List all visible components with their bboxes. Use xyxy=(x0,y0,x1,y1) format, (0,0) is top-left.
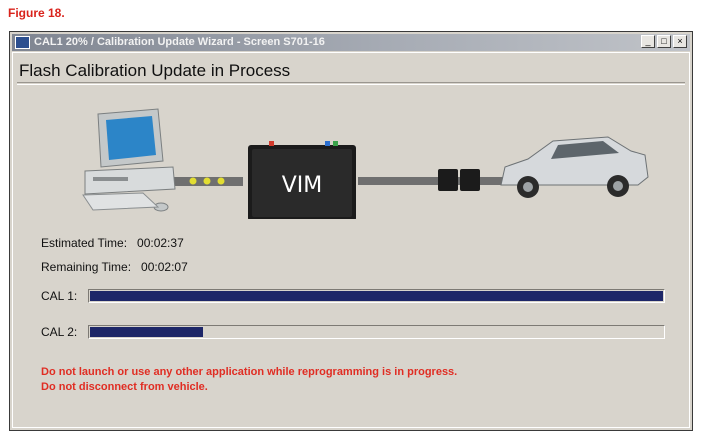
connector-icon xyxy=(438,169,458,191)
remaining-time-value: 00:02:07 xyxy=(141,260,188,274)
cal1-progress-bar xyxy=(88,289,665,303)
estimated-time: Estimated Time: 00:02:37 xyxy=(41,236,184,250)
cable-led xyxy=(203,177,211,185)
close-button[interactable]: × xyxy=(673,35,687,48)
page-title: Flash Calibration Update in Process xyxy=(19,61,291,80)
window-title: CAL1 20% / Calibration Update Wizard - S… xyxy=(34,36,325,48)
cable-led xyxy=(217,177,225,185)
wizard-content: Flash Calibration Update in Process VIM … xyxy=(12,52,690,428)
connection-diagram: VIM xyxy=(82,108,649,219)
cal2-progress-fill xyxy=(90,327,203,337)
car-icon xyxy=(500,136,649,198)
cal1-label: CAL 1: xyxy=(41,289,78,303)
wizard-window: CAL1 20% / Calibration Update Wizard - S… xyxy=(9,31,693,431)
window-controls: _ □ × xyxy=(641,35,687,48)
warning-no-apps: Do not launch or use any other applicati… xyxy=(41,366,458,378)
estimated-time-label: Estimated Time: xyxy=(41,236,128,250)
remaining-time-label: Remaining Time: xyxy=(41,260,132,274)
warning-no-disconnect: Do not disconnect from vehicle. xyxy=(41,381,208,393)
estimated-time-value: 00:02:37 xyxy=(137,236,184,250)
vim-label: VIM xyxy=(282,173,323,198)
app-icon xyxy=(15,36,30,49)
minimize-button[interactable]: _ xyxy=(641,35,655,48)
connector-icon xyxy=(460,169,480,191)
maximize-button[interactable]: □ xyxy=(657,35,671,48)
cable-led xyxy=(189,177,197,185)
vim-device: VIM xyxy=(248,141,356,219)
cal2-progress-bar xyxy=(88,325,665,339)
cal2-label: CAL 2: xyxy=(41,325,78,339)
heading-divider xyxy=(17,82,685,85)
figure-label: Figure 18. xyxy=(8,6,65,20)
cal1-progress-fill xyxy=(90,291,663,301)
cable-right xyxy=(358,177,508,185)
computer-icon xyxy=(82,108,176,212)
remaining-time: Remaining Time: 00:02:07 xyxy=(41,260,188,274)
title-bar[interactable]: CAL1 20% / Calibration Update Wizard - S… xyxy=(12,34,690,51)
